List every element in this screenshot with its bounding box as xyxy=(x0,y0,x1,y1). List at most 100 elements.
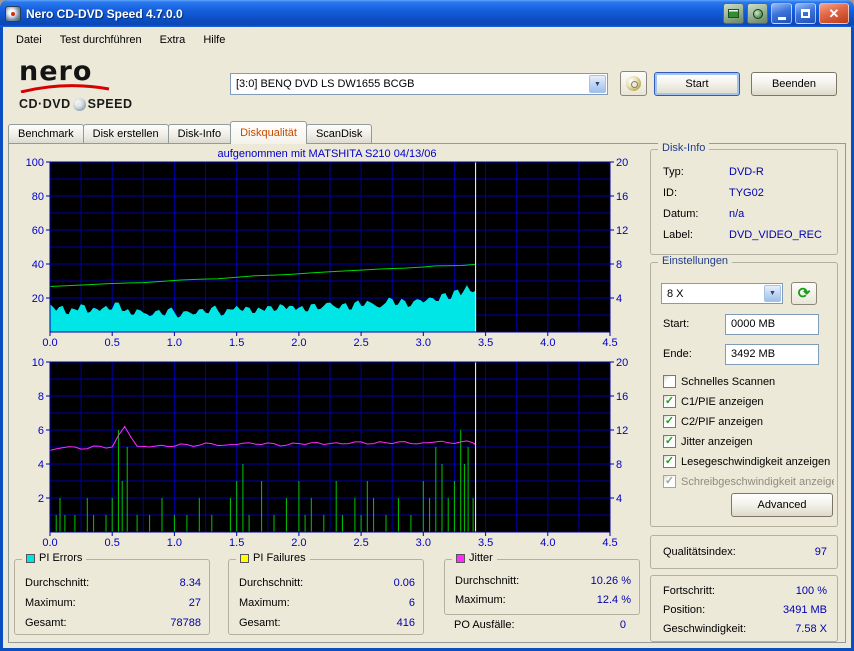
svg-text:0.5: 0.5 xyxy=(105,537,120,549)
checkbox-c1-pie-anzeigen[interactable]: ✓ C1/PIE anzeigen xyxy=(663,394,834,409)
svg-text:1.5: 1.5 xyxy=(229,337,244,349)
stat-value: 8.34 xyxy=(179,577,201,589)
settings-group: Einstellungen 8 X ▼ ⟳ Start: 0000 MB End… xyxy=(650,255,838,527)
checkbox-c2-pif-anzeigen[interactable]: ✓ C2/PIF anzeigen xyxy=(663,414,834,429)
start-button[interactable]: Start xyxy=(654,72,740,96)
tab-diskqualitaet[interactable]: Diskqualität xyxy=(230,121,307,144)
svg-text:60: 60 xyxy=(32,225,44,237)
svg-text:4.0: 4.0 xyxy=(540,537,555,549)
svg-text:3.0: 3.0 xyxy=(416,537,431,549)
checkbox-schnelles-scannen[interactable]: Schnelles Scannen xyxy=(663,374,834,389)
svg-text:4.0: 4.0 xyxy=(540,337,555,349)
close-button[interactable]: ✕ xyxy=(819,3,849,24)
checkbox-icon xyxy=(663,375,676,388)
tab-disk-erstellen[interactable]: Disk erstellen xyxy=(82,124,169,143)
position-label: Position: xyxy=(663,604,706,616)
tab-scandisk[interactable]: ScanDisk xyxy=(305,124,373,143)
close-icon: ✕ xyxy=(828,6,840,21)
menu-test-durchfuehren[interactable]: Test durchführen xyxy=(51,30,151,51)
po-failures-label: PO Ausfälle: xyxy=(454,619,515,631)
quit-button[interactable]: Beenden xyxy=(751,72,837,96)
progress-group: Fortschritt: 100 % Position: 3491 MB Ges… xyxy=(650,575,838,642)
logo-product-left: CD·DVD xyxy=(19,97,71,111)
end-field[interactable]: 3492 MB xyxy=(725,344,819,365)
minimize-button[interactable] xyxy=(771,3,792,24)
svg-text:0.5: 0.5 xyxy=(105,337,120,349)
svg-text:3.0: 3.0 xyxy=(416,337,431,349)
progress-value: 100 % xyxy=(795,585,827,597)
po-failures-value: 0 xyxy=(619,619,626,631)
stat-label: Durchschnitt: xyxy=(239,577,304,589)
window-content: Datei Test durchführen Extra Hilfe nero … xyxy=(3,27,851,648)
svg-text:80: 80 xyxy=(32,191,44,203)
stat-value: 6 xyxy=(408,597,415,609)
progress-label: Fortschritt: xyxy=(663,585,715,597)
menu-bar: Datei Test durchführen Extra Hilfe xyxy=(7,30,234,51)
svg-text:0.0: 0.0 xyxy=(42,337,57,349)
info-label: Label: xyxy=(663,229,693,241)
stat-label: Maximum: xyxy=(25,597,76,609)
svg-text:4.5: 4.5 xyxy=(602,337,617,349)
snapshot-button[interactable] xyxy=(723,3,744,24)
drive-select[interactable]: [3:0] BENQ DVD LS DW1655 BCGB ▼ xyxy=(230,73,608,95)
checkbox-icon: ✓ xyxy=(663,455,676,468)
info-label: Typ: xyxy=(663,166,684,178)
stat-value: 12.4 % xyxy=(596,594,631,606)
photo-icon xyxy=(728,9,739,18)
quit-button-label: Beenden xyxy=(771,78,817,90)
stat-value: 27 xyxy=(188,597,201,609)
svg-text:100: 100 xyxy=(26,157,44,169)
svg-text:3.5: 3.5 xyxy=(478,337,493,349)
menu-hilfe[interactable]: Hilfe xyxy=(194,30,234,51)
eject-button[interactable] xyxy=(620,71,647,96)
tab-benchmark[interactable]: Benchmark xyxy=(8,124,84,143)
checkbox-icon: ✓ xyxy=(663,395,676,408)
pi-failures-caption: PI Failures xyxy=(236,552,310,564)
stat-value: 0.06 xyxy=(393,577,415,589)
logo-swoosh xyxy=(20,84,110,94)
title-bar[interactable]: Nero CD-DVD Speed 4.7.0.0 ✕ xyxy=(0,0,854,27)
disc-eject-icon xyxy=(626,76,641,91)
chevron-down-icon[interactable]: ▼ xyxy=(589,75,606,93)
capture-button[interactable] xyxy=(747,3,768,24)
app-icon xyxy=(5,5,21,22)
quality-index-label: Qualitätsindex: xyxy=(663,546,736,558)
menu-extra[interactable]: Extra xyxy=(151,30,195,51)
window-title: Nero CD-DVD Speed 4.7.0.0 xyxy=(26,6,183,21)
menu-datei[interactable]: Datei xyxy=(7,30,51,51)
speed-select[interactable]: 8 X ▼ xyxy=(661,283,783,304)
end-field-label: Ende: xyxy=(663,348,692,360)
advanced-button[interactable]: Advanced xyxy=(731,493,833,517)
checkbox-schreibgeschwindigkeit[interactable]: ✓ Schreibgeschwindigkeit anzeigen xyxy=(663,474,834,489)
svg-text:20: 20 xyxy=(32,293,44,305)
start-field[interactable]: 0000 MB xyxy=(725,314,819,335)
disk-info-caption: Disk-Info xyxy=(658,142,710,154)
quality-chart-top: 20 40 60 80 100 4 8 12 16 20 0.0 0.5 1.0 1.5 2.0 2.5 3.0… xyxy=(26,157,629,349)
checkbox-jitter-anzeigen[interactable]: ✓ Jitter anzeigen xyxy=(663,434,834,449)
svg-text:20: 20 xyxy=(616,157,628,169)
jitter-caption: Jitter xyxy=(452,552,497,564)
logo-product-right: SPEED xyxy=(87,97,133,111)
svg-text:20: 20 xyxy=(616,357,628,369)
info-label: ID: xyxy=(663,187,678,199)
svg-text:8: 8 xyxy=(38,391,44,403)
position-value: 3491 MB xyxy=(782,604,827,616)
stat-label: Gesamt: xyxy=(239,617,281,629)
chevron-down-icon[interactable]: ▼ xyxy=(764,285,781,302)
pi-errors-color-chip xyxy=(26,553,35,563)
quality-index-value: 97 xyxy=(814,546,827,558)
svg-text:1.5: 1.5 xyxy=(229,537,244,549)
tab-disk-info[interactable]: Disk-Info xyxy=(167,124,232,143)
speed-value: 7.58 X xyxy=(795,623,827,635)
svg-text:6: 6 xyxy=(38,425,44,437)
maximize-button[interactable] xyxy=(795,3,816,24)
svg-text:1.0: 1.0 xyxy=(167,337,182,349)
svg-text:8: 8 xyxy=(616,259,622,271)
svg-text:16: 16 xyxy=(616,191,628,203)
stat-label: Maximum: xyxy=(239,597,290,609)
checkbox-lesegeschwindigkeit[interactable]: ✓ Lesegeschwindigkeit anzeigen xyxy=(663,454,834,469)
svg-text:4: 4 xyxy=(616,293,622,305)
svg-text:8: 8 xyxy=(616,459,622,471)
refresh-button[interactable]: ⟳ xyxy=(791,282,817,305)
po-failures-row: PO Ausfälle: 0 xyxy=(454,619,626,631)
